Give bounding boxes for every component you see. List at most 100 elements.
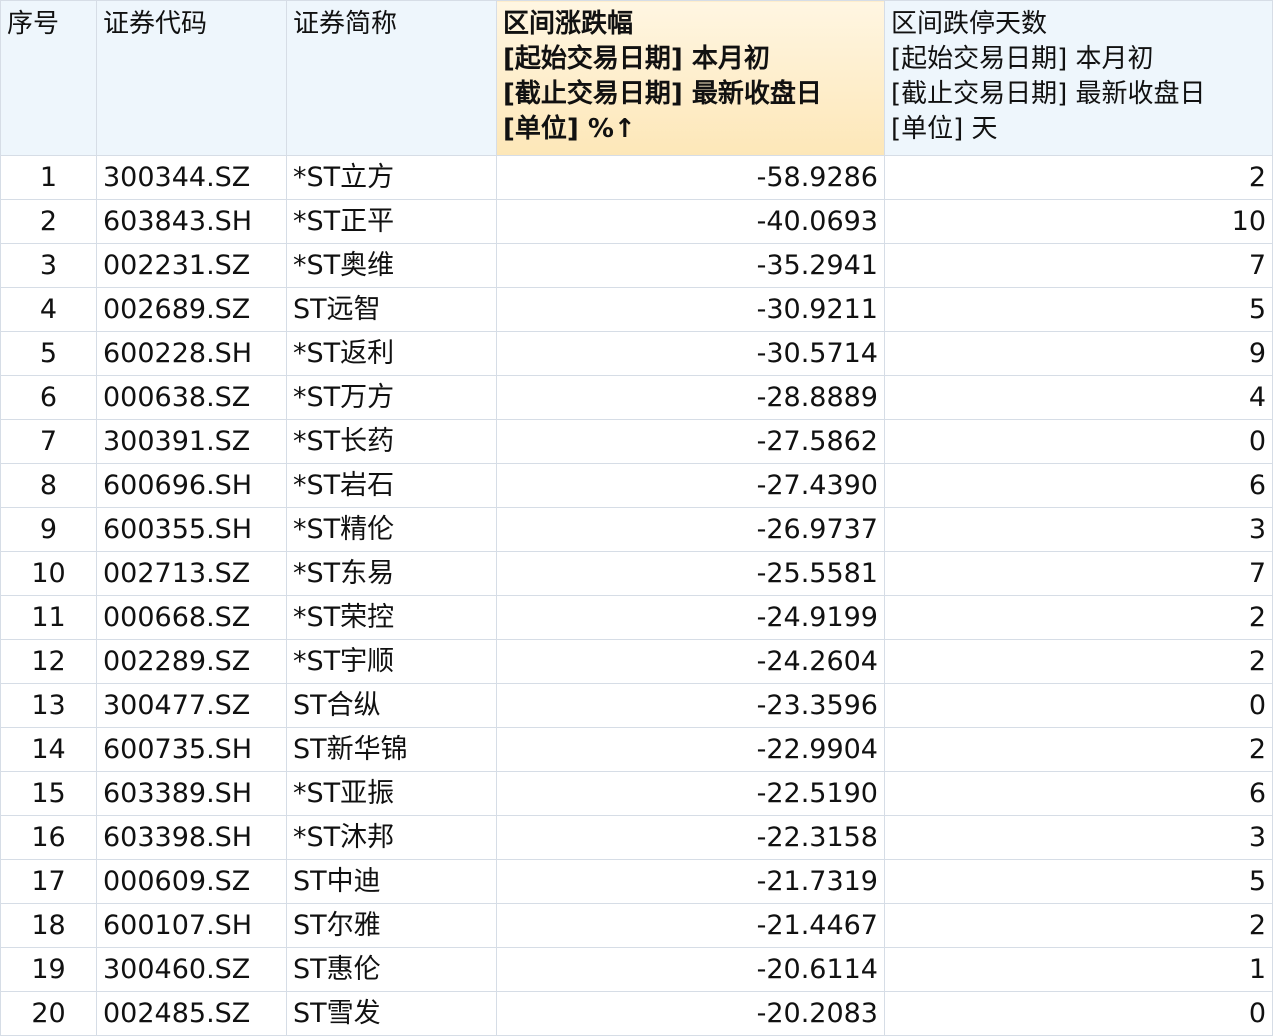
- cell-interval-change[interactable]: -22.9904: [496, 727, 885, 772]
- table-row[interactable]: 13 300477.SZ ST合纵 -23.3596 0: [0, 683, 1273, 728]
- cell-name[interactable]: ST尔雅: [286, 903, 497, 948]
- cell-index[interactable]: 7: [0, 419, 97, 464]
- cell-limit-down-days[interactable]: 0: [884, 419, 1273, 464]
- cell-limit-down-days[interactable]: 4: [884, 375, 1273, 420]
- cell-interval-change[interactable]: -24.2604: [496, 639, 885, 684]
- cell-limit-down-days[interactable]: 0: [884, 991, 1273, 1036]
- cell-index[interactable]: 20: [0, 991, 97, 1036]
- table-row[interactable]: 5 600228.SH *ST返利 -30.5714 9: [0, 331, 1273, 376]
- cell-interval-change[interactable]: -22.3158: [496, 815, 885, 860]
- cell-limit-down-days[interactable]: 6: [884, 463, 1273, 508]
- cell-limit-down-days[interactable]: 9: [884, 331, 1273, 376]
- cell-interval-change[interactable]: -23.3596: [496, 683, 885, 728]
- cell-name[interactable]: ST合纵: [286, 683, 497, 728]
- table-row[interactable]: 8 600696.SH *ST岩石 -27.4390 6: [0, 463, 1273, 508]
- cell-code[interactable]: 002231.SZ: [96, 243, 287, 288]
- cell-limit-down-days[interactable]: 1: [884, 947, 1273, 992]
- cell-name[interactable]: *ST长药: [286, 419, 497, 464]
- cell-name[interactable]: *ST返利: [286, 331, 497, 376]
- cell-code[interactable]: 002689.SZ: [96, 287, 287, 332]
- cell-limit-down-days[interactable]: 5: [884, 287, 1273, 332]
- cell-limit-down-days[interactable]: 2: [884, 155, 1273, 200]
- cell-code[interactable]: 300391.SZ: [96, 419, 287, 464]
- table-row[interactable]: 6 000638.SZ *ST万方 -28.8889 4: [0, 375, 1273, 420]
- cell-name[interactable]: *ST岩石: [286, 463, 497, 508]
- cell-interval-change[interactable]: -35.2941: [496, 243, 885, 288]
- table-row[interactable]: 10 002713.SZ *ST东易 -25.5581 7: [0, 551, 1273, 596]
- cell-name[interactable]: ST新华锦: [286, 727, 497, 772]
- cell-index[interactable]: 2: [0, 199, 97, 244]
- cell-index[interactable]: 10: [0, 551, 97, 596]
- cell-limit-down-days[interactable]: 10: [884, 199, 1273, 244]
- cell-limit-down-days[interactable]: 3: [884, 815, 1273, 860]
- table-row[interactable]: 11 000668.SZ *ST荣控 -24.9199 2: [0, 595, 1273, 640]
- header-limit-down-days[interactable]: 区间跌停天数 [起始交易日期] 本月初 [截止交易日期] 最新收盘日 [单位] …: [884, 0, 1273, 156]
- cell-limit-down-days[interactable]: 5: [884, 859, 1273, 904]
- cell-index[interactable]: 1: [0, 155, 97, 200]
- header-interval-change[interactable]: 区间涨跌幅 [起始交易日期] 本月初 [截止交易日期] 最新收盘日 [单位] %…: [496, 0, 885, 156]
- cell-interval-change[interactable]: -24.9199: [496, 595, 885, 640]
- cell-index[interactable]: 8: [0, 463, 97, 508]
- cell-index[interactable]: 14: [0, 727, 97, 772]
- cell-name[interactable]: ST远智: [286, 287, 497, 332]
- cell-interval-change[interactable]: -25.5581: [496, 551, 885, 596]
- table-row[interactable]: 18 600107.SH ST尔雅 -21.4467 2: [0, 903, 1273, 948]
- cell-code[interactable]: 002289.SZ: [96, 639, 287, 684]
- cell-code[interactable]: 600355.SH: [96, 507, 287, 552]
- cell-name[interactable]: *ST东易: [286, 551, 497, 596]
- cell-index[interactable]: 3: [0, 243, 97, 288]
- cell-code[interactable]: 000668.SZ: [96, 595, 287, 640]
- table-row[interactable]: 12 002289.SZ *ST宇顺 -24.2604 2: [0, 639, 1273, 684]
- cell-limit-down-days[interactable]: 2: [884, 639, 1273, 684]
- cell-index[interactable]: 6: [0, 375, 97, 420]
- cell-interval-change[interactable]: -21.4467: [496, 903, 885, 948]
- cell-name[interactable]: *ST正平: [286, 199, 497, 244]
- table-row[interactable]: 7 300391.SZ *ST长药 -27.5862 0: [0, 419, 1273, 464]
- table-row[interactable]: 19 300460.SZ ST惠伦 -20.6114 1: [0, 947, 1273, 992]
- cell-interval-change[interactable]: -26.9737: [496, 507, 885, 552]
- cell-name[interactable]: *ST亚振: [286, 771, 497, 816]
- table-row[interactable]: 2 603843.SH *ST正平 -40.0693 10: [0, 199, 1273, 244]
- cell-code[interactable]: 002485.SZ: [96, 991, 287, 1036]
- cell-name[interactable]: *ST精伦: [286, 507, 497, 552]
- cell-limit-down-days[interactable]: 3: [884, 507, 1273, 552]
- cell-index[interactable]: 5: [0, 331, 97, 376]
- cell-code[interactable]: 603389.SH: [96, 771, 287, 816]
- cell-code[interactable]: 603843.SH: [96, 199, 287, 244]
- cell-code[interactable]: 600228.SH: [96, 331, 287, 376]
- cell-code[interactable]: 002713.SZ: [96, 551, 287, 596]
- cell-interval-change[interactable]: -22.5190: [496, 771, 885, 816]
- cell-name[interactable]: *ST宇顺: [286, 639, 497, 684]
- cell-interval-change[interactable]: -30.5714: [496, 331, 885, 376]
- cell-code[interactable]: 600735.SH: [96, 727, 287, 772]
- table-row[interactable]: 20 002485.SZ ST雪发 -20.2083 0: [0, 991, 1273, 1036]
- cell-interval-change[interactable]: -20.2083: [496, 991, 885, 1036]
- cell-limit-down-days[interactable]: 6: [884, 771, 1273, 816]
- cell-code[interactable]: 000609.SZ: [96, 859, 287, 904]
- cell-limit-down-days[interactable]: 2: [884, 727, 1273, 772]
- table-row[interactable]: 9 600355.SH *ST精伦 -26.9737 3: [0, 507, 1273, 552]
- cell-index[interactable]: 12: [0, 639, 97, 684]
- cell-code[interactable]: 603398.SH: [96, 815, 287, 860]
- cell-code[interactable]: 600107.SH: [96, 903, 287, 948]
- cell-code[interactable]: 000638.SZ: [96, 375, 287, 420]
- table-row[interactable]: 14 600735.SH ST新华锦 -22.9904 2: [0, 727, 1273, 772]
- cell-name[interactable]: *ST奥维: [286, 243, 497, 288]
- cell-name[interactable]: ST雪发: [286, 991, 497, 1036]
- cell-index[interactable]: 19: [0, 947, 97, 992]
- cell-limit-down-days[interactable]: 2: [884, 595, 1273, 640]
- table-row[interactable]: 15 603389.SH *ST亚振 -22.5190 6: [0, 771, 1273, 816]
- cell-code[interactable]: 300460.SZ: [96, 947, 287, 992]
- cell-name[interactable]: *ST万方: [286, 375, 497, 420]
- cell-interval-change[interactable]: -21.7319: [496, 859, 885, 904]
- table-row[interactable]: 17 000609.SZ ST中迪 -21.7319 5: [0, 859, 1273, 904]
- cell-name[interactable]: ST中迪: [286, 859, 497, 904]
- cell-interval-change[interactable]: -28.8889: [496, 375, 885, 420]
- cell-code[interactable]: 300477.SZ: [96, 683, 287, 728]
- cell-name[interactable]: *ST荣控: [286, 595, 497, 640]
- cell-interval-change[interactable]: -30.9211: [496, 287, 885, 332]
- table-row[interactable]: 1 300344.SZ *ST立方 -58.9286 2: [0, 155, 1273, 200]
- cell-interval-change[interactable]: -27.5862: [496, 419, 885, 464]
- cell-limit-down-days[interactable]: 2: [884, 903, 1273, 948]
- header-code[interactable]: 证券代码: [96, 0, 287, 156]
